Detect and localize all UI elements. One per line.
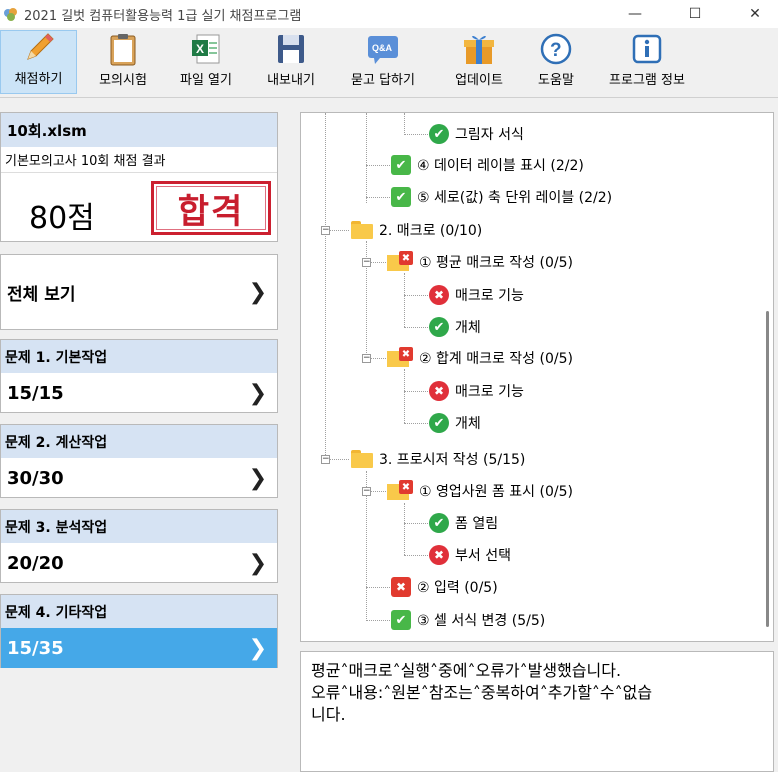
chevron-right-icon: ❯ [248, 465, 267, 491]
collapse-toggle[interactable]: − [321, 226, 330, 235]
collapse-toggle[interactable]: − [362, 487, 371, 496]
total-score: 80점 [29, 201, 95, 236]
grading-tree[interactable]: − − − − − ✔ 그림자 서식 ✔ ④ 데이터 레이블 표시 (2/2) … [300, 112, 774, 642]
folder-error-icon: ✖ [387, 480, 413, 502]
x-circle-icon: ✖ [429, 381, 449, 401]
app-icon [4, 8, 17, 21]
tree-node[interactable]: 2. 매크로 (0/10) [351, 219, 482, 241]
grade-button[interactable]: 채점하기 [0, 30, 77, 94]
folder-error-icon: ✖ [387, 251, 413, 273]
help-button[interactable]: ? 도움말 [526, 30, 586, 94]
problem-score: 15/15 [7, 382, 64, 404]
problem-score: 30/30 [7, 467, 64, 489]
svg-text:X: X [196, 42, 204, 56]
message-line: 평균˄매크로˄실행˄중에˄오류가˄발생했습니다. [311, 661, 622, 680]
tree-node[interactable]: ✔ ⑤ 세로(값) 축 단위 레이블 (2/2) [391, 186, 612, 208]
chevron-right-icon: ❯ [248, 635, 267, 661]
program-info-button[interactable]: 프로그램 정보 [594, 30, 700, 94]
pencil-icon [26, 33, 54, 60]
collapse-toggle[interactable]: − [321, 455, 330, 464]
tree-node[interactable]: ✖ ① 평균 매크로 작성 (0/5) [387, 251, 573, 273]
problem-title: 문제 4. 기타작업 [1, 595, 277, 628]
svg-text:?: ? [550, 40, 562, 61]
tree-node[interactable]: ✖ 매크로 기능 [429, 380, 524, 402]
minimize-button[interactable]: — [612, 0, 658, 28]
tree-node[interactable]: ✖ 매크로 기능 [429, 284, 524, 306]
tree-node[interactable]: ✔ 폼 열림 [429, 512, 498, 534]
problem-4-card[interactable]: 문제 4. 기타작업 15/35 ❯ [0, 594, 278, 668]
check-circle-icon: ✔ [429, 124, 449, 144]
check-square-icon: ✔ [391, 187, 411, 207]
chevron-right-icon: ❯ [248, 279, 267, 305]
problem-score: 15/35 [7, 637, 64, 659]
x-circle-icon: ✖ [429, 545, 449, 565]
gift-icon [464, 35, 494, 64]
problem-title: 문제 2. 계산작업 [1, 425, 277, 458]
problem-score: 20/20 [7, 552, 64, 574]
view-all-label: 전체 보기 [7, 284, 76, 305]
folder-error-icon: ✖ [387, 347, 413, 369]
maximize-button[interactable]: ☐ [672, 0, 718, 28]
x-square-icon: ✖ [391, 577, 411, 597]
tree-node[interactable]: ✖ 부서 선택 [429, 544, 511, 566]
open-file-button[interactable]: X 파일 열기 [166, 30, 246, 94]
tree-node[interactable]: ✖ ② 합계 매크로 작성 (0/5) [387, 347, 573, 369]
save-icon [278, 35, 304, 63]
check-square-icon: ✔ [391, 155, 411, 175]
tree-node[interactable]: ✔ 개체 [429, 316, 481, 338]
problem-2-card[interactable]: 문제 2. 계산작업 30/30 ❯ [0, 424, 278, 498]
excel-file-icon: X [192, 34, 220, 64]
problem-1-card[interactable]: 문제 1. 기본작업 15/15 ❯ [0, 339, 278, 413]
check-circle-icon: ✔ [429, 413, 449, 433]
result-summary: 10회.xlsm 기본모의고사 10회 채점 결과 80점 합격 [0, 112, 278, 242]
check-square-icon: ✔ [391, 610, 411, 630]
tree-node[interactable]: ✖ ② 입력 (0/5) [391, 576, 498, 598]
collapse-toggle[interactable]: − [362, 258, 371, 267]
view-all-button[interactable]: 전체 보기 ❯ [0, 254, 278, 330]
qa-icon: Q&A [368, 36, 398, 64]
tree-node[interactable]: 3. 프로시저 작성 (5/15) [351, 448, 525, 470]
collapse-toggle[interactable]: − [362, 354, 371, 363]
problem-title: 문제 3. 분석작업 [1, 510, 277, 543]
help-icon: ? [540, 33, 572, 65]
check-circle-icon: ✔ [429, 513, 449, 533]
tree-node[interactable]: ✔ ④ 데이터 레이블 표시 (2/2) [391, 154, 584, 176]
tree-node[interactable]: ✖ ① 영업사원 폼 표시 (0/5) [387, 480, 573, 502]
folder-icon [351, 450, 373, 468]
scroll-thumb[interactable] [766, 311, 769, 627]
toolbar: 채점하기 모의시험 X 파일 열기 내보내기 Q&A 묻고 답하기 업데이트 ?… [0, 28, 778, 98]
folder-icon [351, 221, 373, 239]
update-button[interactable]: 업데이트 [442, 30, 516, 94]
x-circle-icon: ✖ [429, 285, 449, 305]
tree-node[interactable]: ✔ 개체 [429, 412, 481, 434]
title-bar: 2021 길벗 컴퓨터활용능력 1급 실기 채점프로그램 — ☐ ✕ [0, 0, 778, 28]
tree-node[interactable]: ✔ ③ 셀 서식 변경 (5/5) [391, 609, 545, 631]
close-button[interactable]: ✕ [732, 0, 778, 28]
info-icon [632, 34, 662, 64]
export-button[interactable]: 내보내기 [253, 30, 329, 94]
message-line: 오류˄내용:˄원본˄참조는˄중복하여˄추가할˄수˄없습 [311, 683, 653, 702]
check-circle-icon: ✔ [429, 317, 449, 337]
window-title: 2021 길벗 컴퓨터활용능력 1급 실기 채점프로그램 [24, 8, 302, 24]
qa-button[interactable]: Q&A 묻고 답하기 [336, 30, 430, 94]
clipboard-icon [110, 34, 136, 66]
problem-3-card[interactable]: 문제 3. 분석작업 20/20 ❯ [0, 509, 278, 583]
chevron-right-icon: ❯ [248, 380, 267, 406]
chevron-right-icon: ❯ [248, 550, 267, 576]
message-line: 니다. [311, 705, 346, 724]
mock-exam-button[interactable]: 모의시험 [83, 30, 163, 94]
file-name: 10회.xlsm [1, 113, 277, 147]
pass-stamp: 합격 [151, 181, 271, 235]
error-message-box: 평균˄매크로˄실행˄중에˄오류가˄발생했습니다. 오류˄내용:˄원본˄참조는˄중… [300, 651, 774, 772]
tree-node[interactable]: ✔ 그림자 서식 [429, 123, 524, 145]
svg-text:Q&A: Q&A [372, 43, 393, 53]
result-subtitle: 기본모의고사 10회 채점 결과 [1, 147, 277, 173]
tree-scrollbar[interactable] [761, 113, 773, 641]
problem-title: 문제 1. 기본작업 [1, 340, 277, 373]
